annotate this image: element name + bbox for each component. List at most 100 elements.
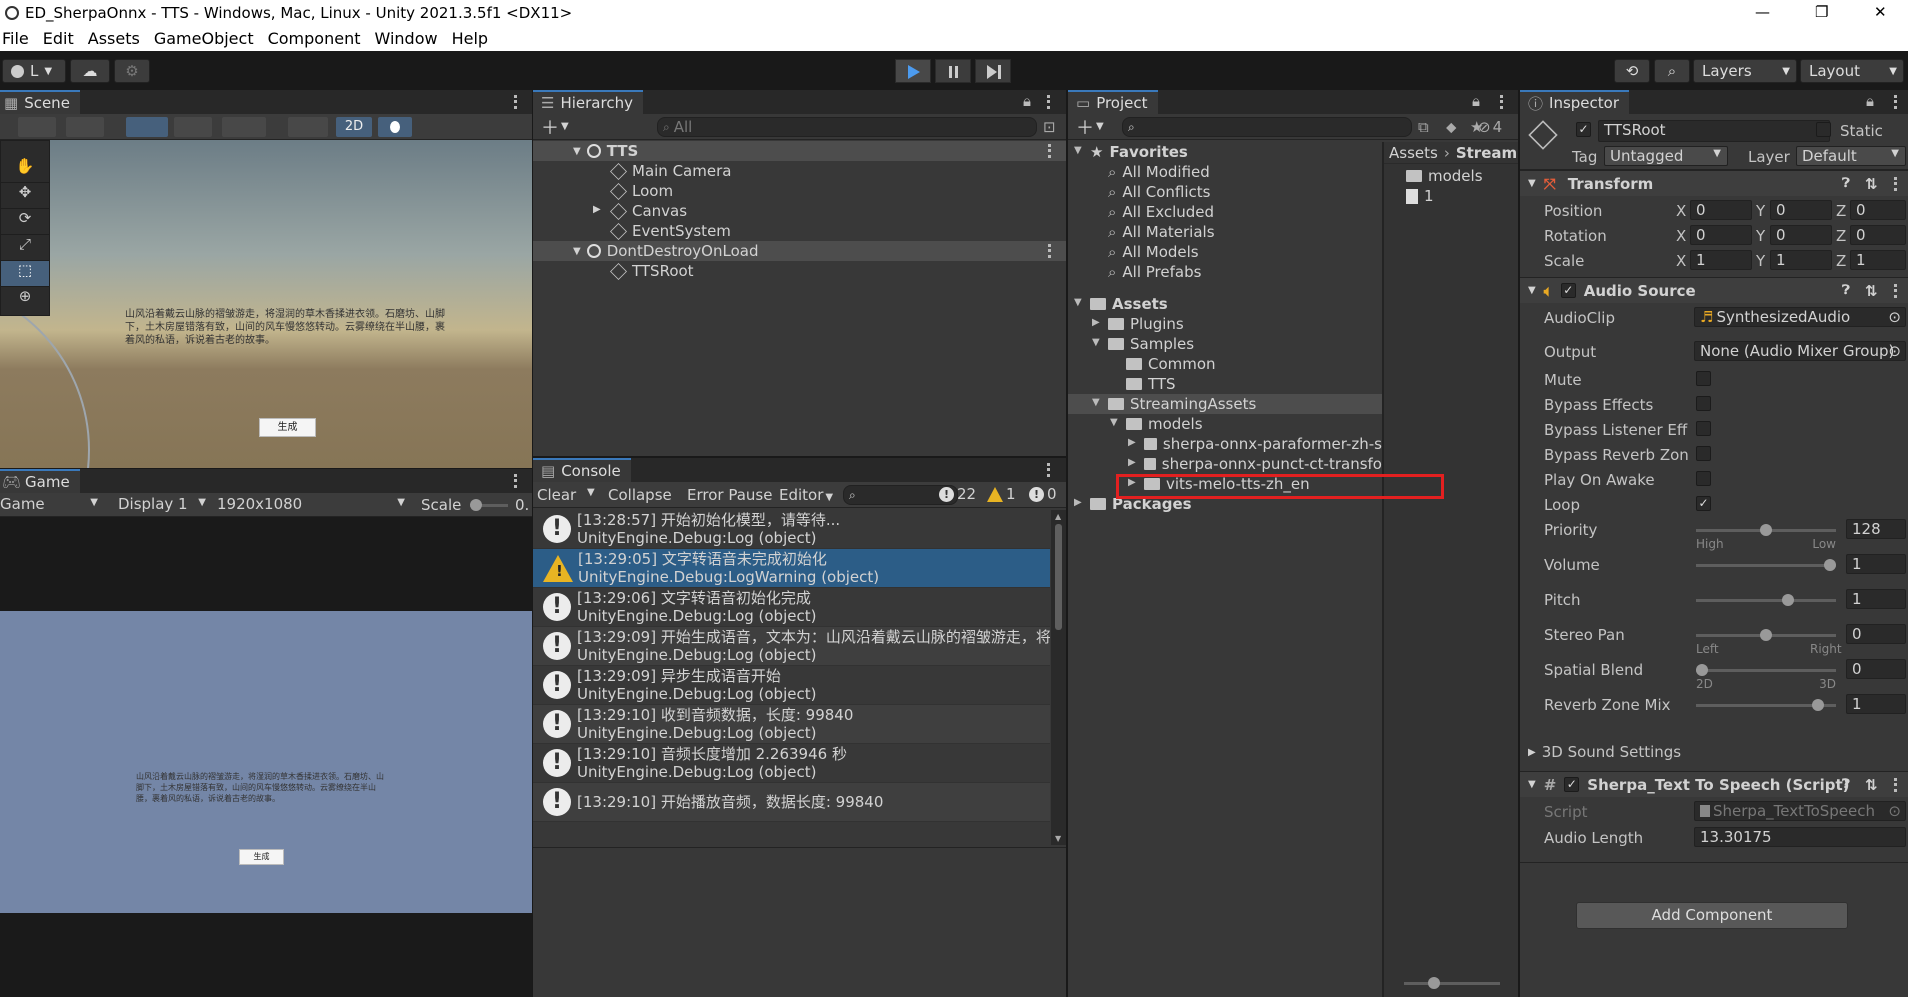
toggle-checkbox[interactable] xyxy=(1696,471,1711,486)
foldout-arrow-icon[interactable]: ▼ xyxy=(1074,297,1082,308)
slider-value-field[interactable]: 1 xyxy=(1846,554,1906,574)
transform-y-field[interactable]: 1 xyxy=(1770,250,1832,270)
transform-header[interactable]: ▼ ⤧ Transform ❓︎ ⇅ xyxy=(1520,170,1908,196)
draw-mode-button[interactable] xyxy=(18,116,56,137)
resolution-dropdown[interactable]: 1920x1080 ▼ xyxy=(217,495,409,513)
slider-track[interactable] xyxy=(1696,594,1836,606)
layers-dropdown[interactable]: Layers ▼ xyxy=(1693,59,1797,83)
toggle-checkbox[interactable] xyxy=(1696,446,1711,461)
transform-z-field[interactable]: 1 xyxy=(1850,250,1906,270)
preset-icon[interactable]: ⇅ xyxy=(1865,175,1878,193)
foldout-arrow-icon[interactable]: ▼ xyxy=(1092,337,1100,348)
slider-track[interactable] xyxy=(1696,524,1836,536)
hand-tool-icon[interactable]: ✋ xyxy=(1,157,49,183)
help-icon[interactable]: ❓︎ xyxy=(1842,283,1850,298)
toggle-checkbox[interactable] xyxy=(1696,371,1711,386)
hierarchy-scene-row[interactable]: ▼ TTS xyxy=(533,141,1066,161)
toggle-checkbox[interactable]: ✓ xyxy=(1696,496,1711,511)
slider-value-field[interactable]: 128 xyxy=(1846,519,1906,539)
account-dropdown[interactable]: L ▼ xyxy=(2,59,66,83)
scale-slider[interactable] xyxy=(470,499,508,511)
foldout-arrow-icon[interactable]: ▶ xyxy=(593,204,601,215)
console-log-entry[interactable]: ! [13:29:05] 文字转语音未完成初始化 UnityEngine.Debug… xyxy=(533,549,1050,588)
play-button[interactable] xyxy=(895,59,931,83)
slider-knob[interactable] xyxy=(1760,524,1772,536)
object-picker-icon[interactable]: ⊙ xyxy=(1888,342,1901,360)
cloud-button[interactable]: ☁ xyxy=(70,59,110,83)
slider-track[interactable] xyxy=(1696,699,1836,711)
search-button[interactable]: ⌕ xyxy=(1654,59,1690,83)
object-picker-icon[interactable]: ⊙ xyxy=(1888,308,1901,326)
project-tree-item[interactable]: ▶ sherpa-onnx-punct-ct-transfo xyxy=(1068,454,1382,474)
layout-dropdown[interactable]: Layout ▼ xyxy=(1800,59,1904,83)
search-by-type-icon[interactable]: ⧉ xyxy=(1418,118,1429,136)
log-count-toggle[interactable]: ! 22 xyxy=(939,485,976,503)
project-tree-item[interactable]: ▼ Assets xyxy=(1068,294,1382,314)
lock-icon[interactable]: 🔒︎ xyxy=(1866,92,1874,110)
clear-button[interactable]: Clear xyxy=(537,486,576,504)
error-pause-button[interactable]: Error Pause xyxy=(687,486,772,504)
project-tree-item[interactable]: ▶ sherpa-onnx-paraformer-zh-s xyxy=(1068,434,1382,454)
component-menu-icon[interactable] xyxy=(1894,284,1898,298)
project-tree-item[interactable]: ▼ StreamingAssets xyxy=(1068,394,1382,414)
slider-value-field[interactable]: 1 xyxy=(1846,694,1906,714)
project-tree-item[interactable]: ⌕ All Conflicts xyxy=(1068,182,1382,202)
console-log-entry[interactable]: ! [13:28:57] 开始初始化模型，请等待... UnityEngine.De… xyxy=(533,510,1050,549)
mode-2d-button[interactable]: 2D xyxy=(336,116,372,137)
slider-knob[interactable] xyxy=(1696,664,1708,676)
foldout-arrow-icon[interactable]: ▶ xyxy=(1128,437,1136,448)
game-generate-button[interactable]: 生成 xyxy=(239,849,284,865)
foldout-arrow-icon[interactable]: ▼ xyxy=(573,246,581,257)
tab-hierarchy[interactable]: ☰ Hierarchy xyxy=(533,90,643,114)
slider-value-field[interactable]: 1 xyxy=(1846,589,1906,609)
move-tool-icon[interactable]: ✥ xyxy=(1,183,49,209)
render-mode-button[interactable] xyxy=(66,116,104,137)
console-log-entry[interactable]: ! [13:29:09] 异步生成语音开始 UnityEngine.Debug:Lo… xyxy=(533,666,1050,705)
scene-generate-button[interactable]: 生成 xyxy=(259,418,316,437)
collab-button[interactable]: ⚙ xyxy=(114,59,150,83)
menu-help[interactable]: Help xyxy=(452,29,488,48)
transform-tool-icon[interactable]: ⊕ xyxy=(1,287,49,313)
toggle-checkbox[interactable] xyxy=(1696,396,1711,411)
transform-y-field[interactable]: 0 xyxy=(1770,200,1832,220)
foldout-arrow-icon[interactable]: ▼ xyxy=(573,146,581,157)
restore-button[interactable]: ❐ xyxy=(1815,3,1828,21)
increment-snap-button[interactable] xyxy=(222,116,266,137)
lock-icon[interactable]: 🔒︎ xyxy=(1472,92,1480,110)
active-checkbox[interactable]: ✓ xyxy=(1576,122,1591,137)
component-menu-icon[interactable] xyxy=(1894,177,1898,191)
lighting-icon[interactable] xyxy=(378,116,412,137)
pause-button[interactable] xyxy=(935,59,971,83)
collapse-button[interactable]: Collapse xyxy=(608,486,672,504)
step-button[interactable] xyxy=(975,59,1011,83)
tab-project[interactable]: ▭ Project xyxy=(1068,90,1158,114)
foldout-arrow-icon[interactable]: ▼ xyxy=(1110,417,1118,428)
foldout-arrow-icon[interactable]: ▶ xyxy=(1128,457,1136,468)
slider-value-field[interactable]: 0 xyxy=(1846,659,1906,679)
slider-knob[interactable] xyxy=(1782,594,1794,606)
editor-dropdown[interactable]: Editor ▼ xyxy=(779,486,833,504)
foldout-arrow-icon[interactable]: ▶ xyxy=(1074,497,1082,508)
scene-visibility-icon[interactable]: ⊡ xyxy=(1043,118,1056,136)
menu-window[interactable]: Window xyxy=(374,29,437,48)
preset-icon[interactable]: ⇅ xyxy=(1865,776,1878,794)
hierarchy-item[interactable]: Loom xyxy=(533,181,1066,201)
tab-scene[interactable]: ▦ Scene xyxy=(0,90,80,114)
project-tree-item[interactable]: Common xyxy=(1068,354,1382,374)
breadcrumb-streaming[interactable]: Streami xyxy=(1456,144,1518,162)
scale-tool-icon[interactable]: ⤢ xyxy=(1,235,49,261)
effects-icon[interactable] xyxy=(452,117,478,137)
console-log-entry[interactable]: ! [13:29:06] 文字转语音初始化完成 UnityEngine.Debug:… xyxy=(533,588,1050,627)
list-item[interactable]: models xyxy=(1384,166,1518,186)
list-item[interactable]: 1 xyxy=(1384,186,1518,206)
toggle-checkbox[interactable] xyxy=(1696,421,1711,436)
project-tree-item[interactable]: ⌕ All Models xyxy=(1068,242,1382,262)
slider-track[interactable] xyxy=(1696,629,1836,641)
audio-length-field[interactable]: 13.30175 xyxy=(1694,827,1906,847)
create-button[interactable]: ＋ xyxy=(541,114,559,140)
history-button[interactable]: ⟲ xyxy=(1614,59,1650,83)
preset-icon[interactable]: ⇅ xyxy=(1865,282,1878,300)
slider-track[interactable] xyxy=(1696,664,1836,676)
help-icon[interactable]: ❓︎ xyxy=(1842,777,1850,792)
grid-button[interactable] xyxy=(174,116,212,137)
